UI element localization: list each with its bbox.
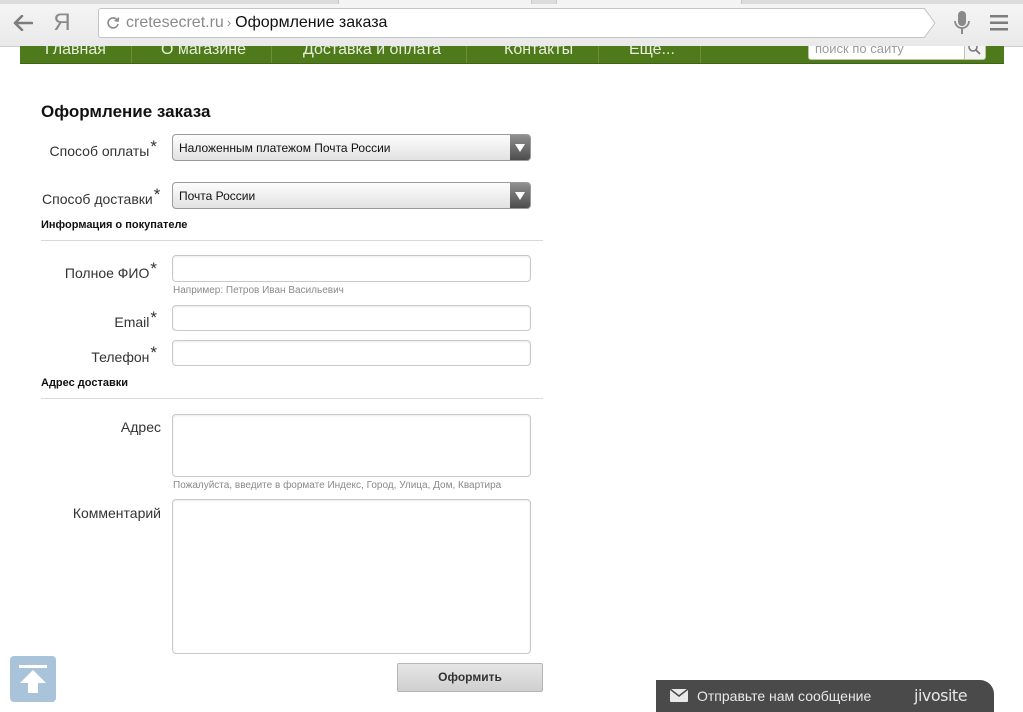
- required-mark: *: [153, 185, 161, 204]
- full-name-hint: Например: Петров Иван Васильевич: [173, 285, 344, 296]
- payment-method-value: Наложенным платежом Почта России: [179, 141, 391, 155]
- chevron-down-icon: [510, 135, 530, 160]
- site-search-button[interactable]: [964, 46, 986, 60]
- full-name-label: Полное ФИО*: [42, 259, 157, 283]
- tab[interactable]: [338, 0, 532, 4]
- address-bar[interactable]: cretesecret.ru › Оформление заказа: [98, 8, 925, 38]
- address-hint: Пожалуйста, введите в формате Индекс, Го…: [173, 480, 502, 491]
- payment-method-select[interactable]: Наложенным платежом Почта России: [172, 134, 531, 161]
- yandex-logo[interactable]: Я: [50, 8, 74, 38]
- back-arrow-icon: [13, 15, 33, 31]
- required-mark: *: [150, 137, 157, 156]
- url-separator: ›: [226, 15, 232, 30]
- url-domain: cretesecret.ru: [126, 14, 224, 31]
- email-label-text: Email: [114, 314, 150, 330]
- buyer-info-heading: Информация о покупателе: [41, 219, 188, 231]
- submit-order-button[interactable]: Оформить: [397, 663, 543, 692]
- nav-item-home[interactable]: Главная: [20, 46, 132, 63]
- search-icon: [968, 46, 981, 55]
- microphone-icon[interactable]: [952, 10, 972, 36]
- chevron-down-icon: [510, 183, 530, 208]
- section-divider: [41, 398, 543, 399]
- page-title: Оформление заказа: [41, 102, 211, 121]
- full-name-input[interactable]: [172, 255, 531, 282]
- tab-strip: [0, 0, 1023, 4]
- nav-item-delivery[interactable]: Доставка и оплата: [278, 46, 468, 63]
- envelope-icon: [670, 689, 688, 702]
- required-mark: *: [150, 259, 157, 278]
- nav-item-about[interactable]: О магазине: [136, 46, 272, 63]
- full-name-label-text: Полное ФИО: [64, 265, 150, 281]
- nav-item-contacts[interactable]: Контакты: [479, 46, 600, 63]
- phone-label: Телефон*: [42, 343, 157, 367]
- url-text[interactable]: cretesecret.ru › Оформление заказа: [126, 14, 387, 32]
- delivery-method-label-text: Способ доставки: [42, 191, 153, 207]
- address-label: Адрес: [120, 419, 161, 435]
- chat-widget[interactable]: Отправьте нам сообщение jivosite: [656, 680, 994, 712]
- tab[interactable]: [556, 0, 742, 4]
- section-divider: [41, 240, 543, 241]
- delivery-method-label: Способ доставки*: [42, 185, 160, 209]
- delivery-method-value: Почта России: [179, 189, 256, 203]
- browser-toolbar: Я cretesecret.ru › Оформление заказа: [0, 0, 1023, 47]
- jivosite-logo: jivosite: [914, 686, 968, 705]
- required-mark: *: [150, 308, 157, 327]
- url-page-title: Оформление заказа: [235, 14, 388, 31]
- email-label: Email*: [42, 308, 157, 332]
- chat-widget-text: Отправьте нам сообщение: [697, 688, 872, 704]
- payment-method-label-text: Способ оплаты: [49, 143, 150, 159]
- comment-label: Комментарий: [72, 505, 161, 521]
- address-textarea[interactable]: [172, 414, 531, 477]
- reload-icon[interactable]: [106, 16, 120, 30]
- site-search-input[interactable]: поиск по сайту: [808, 46, 966, 60]
- phone-input[interactable]: [172, 340, 531, 366]
- delivery-address-heading: Адрес доставки: [41, 377, 129, 389]
- scroll-to-top-button[interactable]: [10, 656, 56, 702]
- address-bar-end: [924, 8, 936, 38]
- back-button[interactable]: [8, 8, 38, 38]
- comment-textarea[interactable]: [172, 499, 531, 654]
- nav-item-more[interactable]: Еще...: [604, 46, 701, 63]
- email-input[interactable]: [172, 305, 531, 331]
- menu-icon[interactable]: [988, 12, 1010, 34]
- delivery-method-select[interactable]: Почта России: [172, 182, 531, 209]
- payment-method-label: Способ оплаты*: [42, 137, 157, 161]
- required-mark: *: [150, 343, 157, 362]
- site-navigation: Главная О магазине Доставка и оплата Кон…: [20, 46, 1004, 64]
- arrow-up-icon: [19, 665, 47, 693]
- phone-label-text: Телефон: [91, 349, 150, 365]
